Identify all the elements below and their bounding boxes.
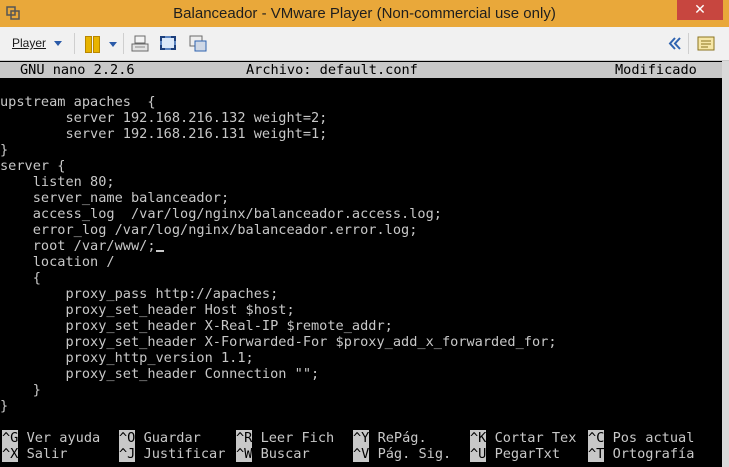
collapse-icon[interactable]	[665, 34, 685, 53]
shortcut-label: Pág. Sig.	[377, 446, 452, 462]
shortcut-save[interactable]: ^O Guardar	[119, 430, 201, 446]
editor-line: proxy_set_header X-Real-IP $remote_addr;	[0, 318, 393, 334]
editor-line: server 192.168.216.131 weight=1;	[0, 126, 328, 142]
shortcut-label: Salir	[26, 446, 68, 462]
vmware-toolbar: Player	[0, 27, 729, 61]
shortcut-key: ^R	[236, 430, 253, 446]
shortcut-label: Cortar Tex	[494, 430, 577, 446]
editor-line: server_name balanceador;	[0, 190, 230, 206]
shortcut-paste-text[interactable]: ^U PegarTxt	[470, 446, 560, 462]
editor-line: }	[0, 142, 9, 158]
shortcut-key: ^V	[353, 446, 370, 462]
shortcut-label: Ortografía	[612, 446, 695, 462]
editor-line: location /	[0, 254, 115, 270]
shortcut-spell-check[interactable]: ^T Ortografía	[588, 446, 694, 462]
editor-line: proxy_set_header Connection "";	[0, 366, 320, 382]
shortcut-key: ^X	[2, 446, 19, 462]
shortcut-label: PegarTxt	[494, 446, 561, 462]
toolbar-divider	[74, 33, 75, 54]
nano-filename: Archivo: default.conf	[246, 62, 418, 78]
editor-line: proxy_set_header Host $host;	[0, 302, 295, 318]
shortcut-key: ^C	[588, 430, 605, 446]
pause-menu-chevron-icon[interactable]	[109, 42, 117, 47]
editor-line: }	[0, 382, 41, 398]
shortcut-cut-text[interactable]: ^K Cortar Tex	[470, 430, 576, 446]
vm-console-screen[interactable]: GNU nano 2.2.6 Archivo: default.conf Mod…	[0, 61, 722, 467]
shortcut-exit[interactable]: ^X Salir	[2, 446, 67, 462]
unity-icon[interactable]	[188, 34, 208, 53]
shortcut-key: ^W	[236, 446, 253, 462]
shortcut-key: ^G	[2, 430, 19, 446]
editor-line: proxy_pass http://apaches;	[0, 286, 279, 302]
shortcut-key: ^U	[470, 446, 487, 462]
editor-line: access_log /var/log/nginx/balanceador.ac…	[0, 206, 442, 222]
shortcut-label: RePág.	[377, 430, 427, 446]
pause-icon[interactable]	[83, 34, 103, 53]
shortcut-read-file[interactable]: ^R Leer Fich	[236, 430, 334, 446]
editor-line: proxy_http_version 1.1;	[0, 350, 254, 366]
shortcut-key: ^T	[588, 446, 605, 462]
nano-version: GNU nano 2.2.6	[20, 62, 135, 78]
window-right-border	[722, 61, 729, 467]
player-menu-button[interactable]: Player	[6, 33, 68, 54]
nano-status: Modificado	[615, 62, 697, 78]
shortcut-key: ^O	[119, 430, 136, 446]
close-window-button[interactable]: ✕	[677, 0, 723, 20]
shortcut-label: Leer Fich	[260, 430, 335, 446]
toolbar-divider	[123, 33, 124, 54]
chevron-down-icon	[54, 41, 63, 47]
shortcut-justify[interactable]: ^J Justificar	[119, 446, 225, 462]
shortcut-label: Justificar	[143, 446, 226, 462]
editor-line: upstream apaches {	[0, 94, 156, 110]
text-cursor	[155, 250, 164, 252]
shortcut-label: Guardar	[143, 430, 201, 446]
full-screen-icon[interactable]	[158, 34, 178, 53]
shortcut-key: ^J	[119, 446, 136, 462]
editor-line-with-cursor: root /var/www/;	[0, 238, 164, 254]
shortcut-key: ^Y	[353, 430, 370, 446]
shortcut-label: Ver ayuda	[26, 430, 101, 446]
message-log-icon[interactable]	[696, 34, 716, 53]
shortcut-key: ^K	[470, 430, 487, 446]
editor-line: server {	[0, 158, 66, 174]
send-ctrl-alt-del-icon[interactable]	[130, 34, 150, 53]
editor-line: error_log /var/log/nginx/balanceador.err…	[0, 222, 418, 238]
editor-line: }	[0, 398, 9, 414]
shortcut-help[interactable]: ^G Ver ayuda	[2, 430, 100, 446]
editor-line-text: root /var/www/;	[0, 238, 156, 254]
player-menu-label: Player	[12, 36, 47, 50]
window-title: Balanceador - VMware Player (Non-commerc…	[173, 5, 556, 22]
editor-line: listen 80;	[0, 174, 115, 190]
shortcut-label: Pos actual	[612, 430, 695, 446]
shortcut-search[interactable]: ^W Buscar	[236, 446, 310, 462]
shortcut-label: Buscar	[260, 446, 310, 462]
nano-header-bar: GNU nano 2.2.6 Archivo: default.conf Mod…	[0, 62, 722, 78]
shortcut-cursor-pos[interactable]: ^C Pos actual	[588, 430, 694, 446]
shortcut-prev-page[interactable]: ^Y RePág.	[353, 430, 427, 446]
shortcut-next-page[interactable]: ^V Pág. Sig.	[353, 446, 451, 462]
editor-line: {	[0, 270, 41, 286]
toolbar-divider	[688, 33, 689, 54]
editor-line: server 192.168.216.132 weight=2;	[0, 110, 328, 126]
editor-line: proxy_set_header X-Forwarded-For $proxy_…	[0, 334, 557, 350]
window-titlebar[interactable]: Balanceador - VMware Player (Non-commerc…	[0, 0, 729, 27]
